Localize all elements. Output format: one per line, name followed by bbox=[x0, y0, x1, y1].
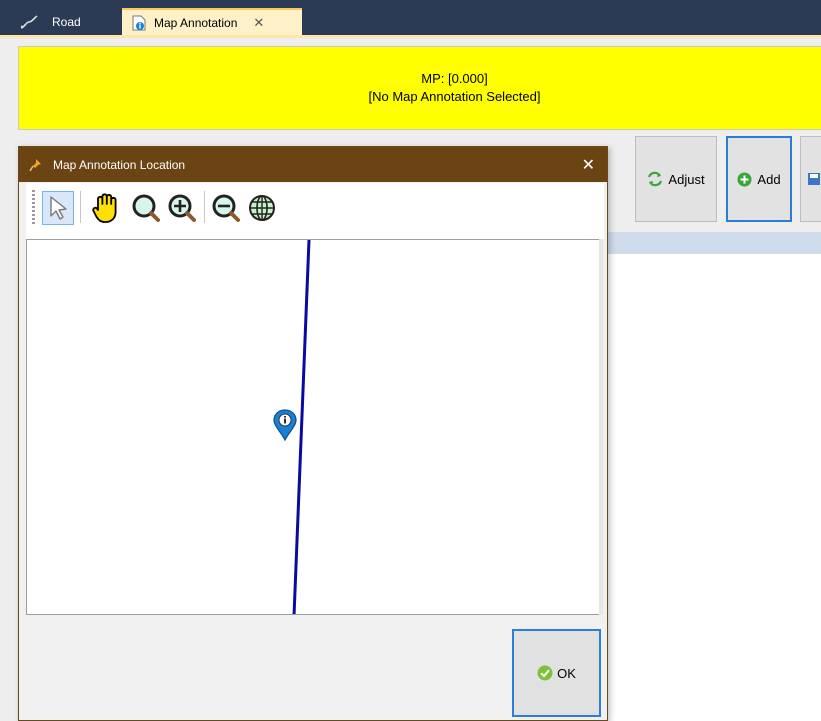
add-button[interactable]: Add bbox=[726, 136, 792, 222]
toolbar-separator bbox=[204, 191, 205, 223]
globe-icon bbox=[249, 195, 275, 221]
select-tool-button[interactable] bbox=[42, 191, 74, 225]
pushpin-icon bbox=[29, 158, 41, 171]
select-arrow-icon bbox=[50, 196, 67, 220]
annotation-info-panel: MP: [0.000] [No Map Annotation Selected] bbox=[18, 46, 821, 130]
map-canvas[interactable] bbox=[26, 239, 601, 615]
map-annotation-location-dialog: Map Annotation Location ✕ OK bbox=[18, 146, 608, 721]
zoom-out-button[interactable] bbox=[210, 191, 242, 225]
adjust-arrows-icon bbox=[648, 171, 663, 187]
map-toolbar bbox=[26, 183, 604, 239]
dialog-title-bar[interactable]: Map Annotation Location ✕ bbox=[19, 147, 607, 182]
adjust-button[interactable]: Adjust bbox=[635, 136, 717, 222]
pan-tool-button[interactable] bbox=[88, 191, 126, 225]
ok-button[interactable]: OK bbox=[512, 629, 601, 717]
add-plus-icon bbox=[737, 172, 752, 186]
selection-status: [No Map Annotation Selected] bbox=[368, 89, 541, 104]
save-disk-icon bbox=[808, 173, 820, 185]
add-button-label: Add bbox=[757, 171, 781, 187]
zoom-out-icon bbox=[212, 194, 240, 222]
road-map-view[interactable] bbox=[27, 240, 601, 615]
tab-road-label: Road bbox=[52, 14, 81, 29]
document-info-icon bbox=[132, 15, 146, 30]
zoom-in-button[interactable] bbox=[166, 191, 198, 225]
zoom-extent-icon bbox=[132, 194, 160, 222]
adjust-button-label: Adjust bbox=[668, 171, 705, 187]
zoom-in-icon bbox=[168, 194, 196, 222]
ok-button-label: OK bbox=[557, 665, 576, 681]
map-scrollbar[interactable] bbox=[599, 239, 603, 615]
tab-close-button[interactable]: ✕ bbox=[253, 15, 264, 31]
save-button[interactable] bbox=[800, 136, 821, 222]
annotation-marker-icon bbox=[273, 409, 297, 442]
check-circle-icon bbox=[537, 665, 553, 681]
tab-road[interactable]: Road bbox=[20, 8, 100, 35]
dialog-close-button[interactable]: ✕ bbox=[582, 155, 595, 175]
full-extent-button[interactable] bbox=[246, 191, 278, 225]
tab-map-annotation[interactable]: Map Annotation ✕ bbox=[122, 8, 302, 35]
pan-hand-icon bbox=[92, 193, 117, 223]
mp-readout: MP: [0.000] bbox=[421, 71, 488, 86]
toolbar-grip[interactable] bbox=[32, 190, 35, 224]
road-line bbox=[292, 240, 311, 614]
tab-map-annotation-label: Map Annotation bbox=[154, 15, 238, 30]
road-curve-icon bbox=[20, 14, 38, 29]
dialog-title: Map Annotation Location bbox=[53, 157, 186, 172]
document-tab-bar: Road Map Annotation ✕ bbox=[0, 0, 821, 35]
toolbar-separator bbox=[80, 191, 81, 223]
zoom-extent-button[interactable] bbox=[130, 191, 162, 225]
